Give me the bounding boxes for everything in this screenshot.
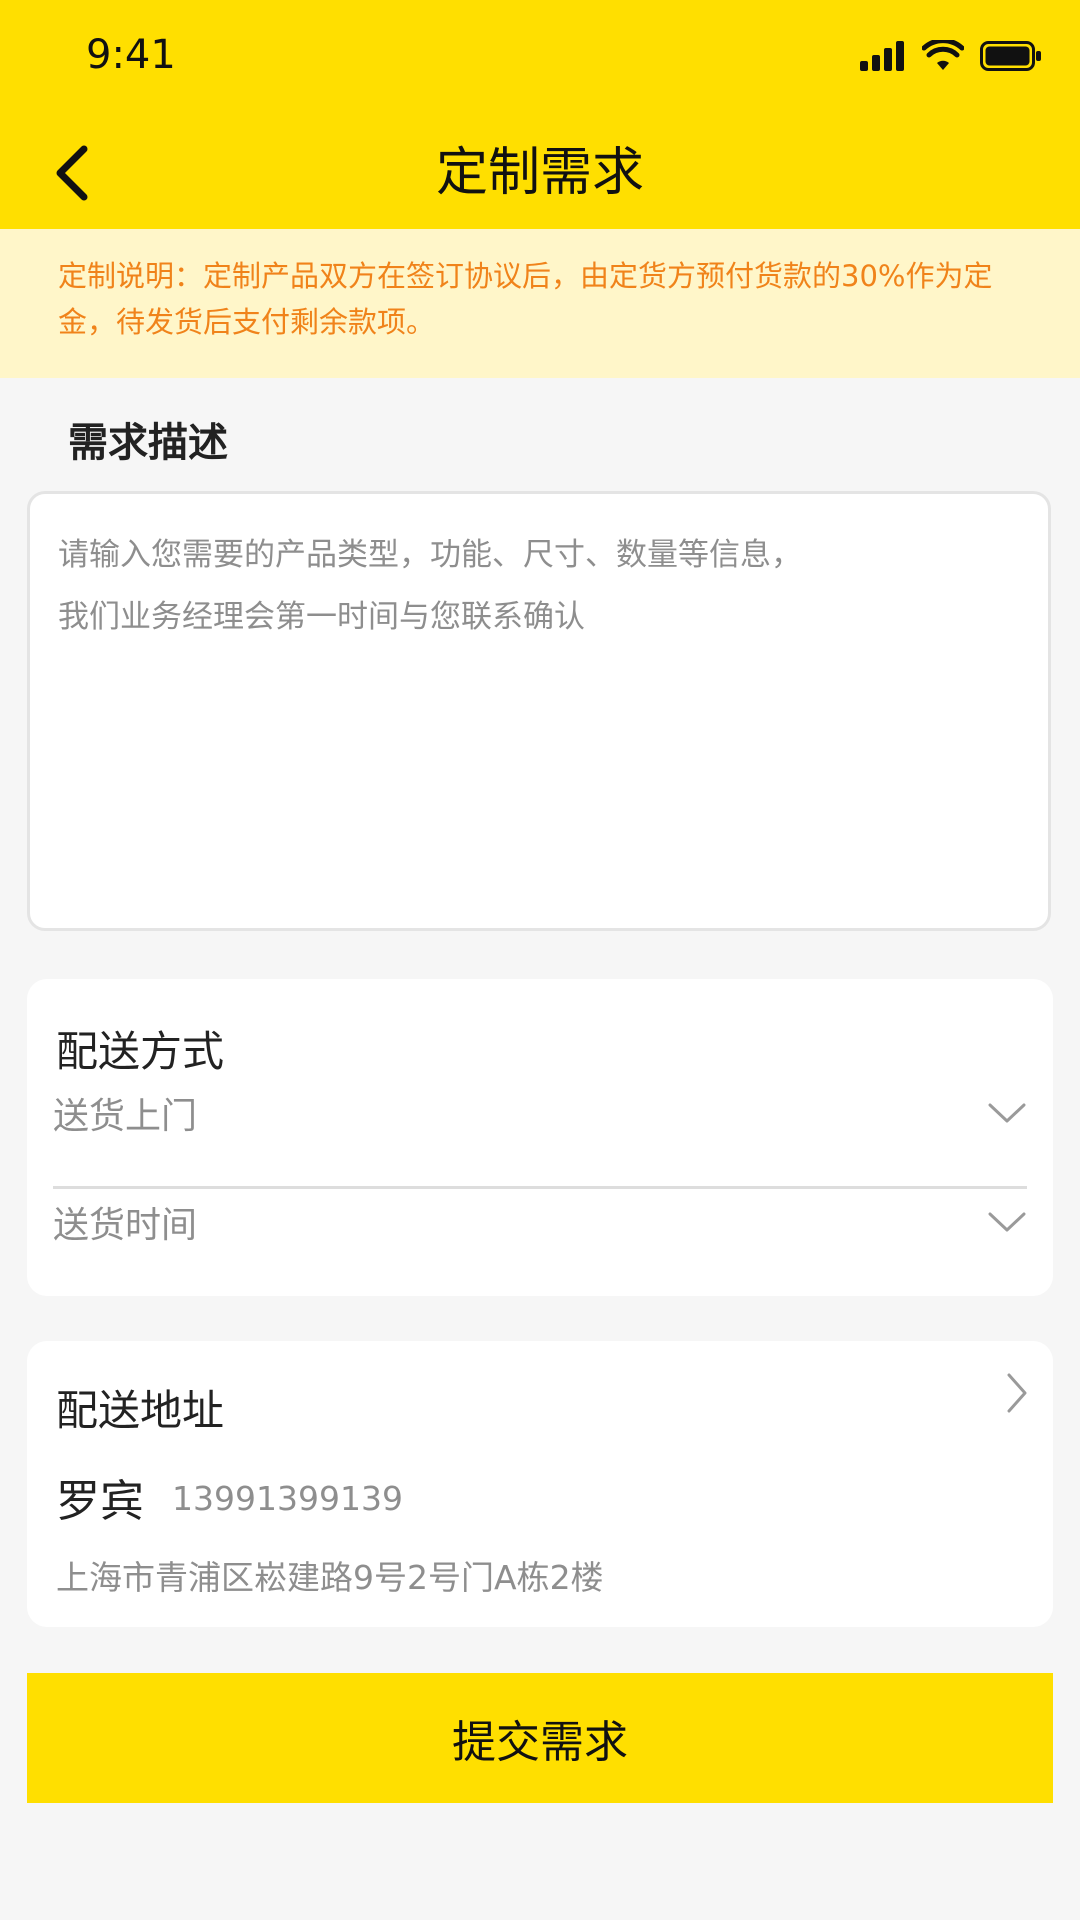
status-icons [860, 40, 1042, 72]
battery-icon [980, 41, 1041, 71]
status-time: 9:41 [86, 32, 176, 78]
chevron-down-icon [988, 1103, 1026, 1123]
wifi-icon [922, 40, 964, 70]
address-detail: 上海市青浦区崧建路9号2号门A栋2楼 [56, 1558, 604, 1597]
delivery-method-select[interactable]: 送货上门 [53, 1073, 1027, 1153]
delivery-time-placeholder: 送货时间 [53, 1205, 198, 1246]
delivery-method-value: 送货上门 [53, 1096, 198, 1137]
cellular-signal-icon [860, 41, 904, 71]
notice-banner: 定制说明：定制产品双方在签订协议后，由定货方预付货款的30%作为定金，待发货后支… [0, 229, 1080, 378]
delivery-time-select[interactable]: 送货时间 [53, 1182, 1027, 1262]
requirement-placeholder-line-1: 请输入您需要的产品类型，功能、尺寸、数量等信息， [58, 537, 802, 573]
submit-button[interactable]: 提交需求 [27, 1673, 1053, 1803]
requirement-section-title: 需求描述 [68, 420, 228, 466]
requirement-placeholder-line-2: 我们业务经理会第一时间与您联系确认 [58, 599, 585, 635]
delivery-address-card[interactable]: 配送地址 罗宾 13991399139 上海市青浦区崧建路9号2号门A栋2楼 [27, 1341, 1053, 1627]
requirement-textarea[interactable]: 请输入您需要的产品类型，功能、尺寸、数量等信息， 我们业务经理会第一时间与您联系… [27, 491, 1051, 931]
page-title: 定制需求 [435, 143, 644, 203]
recipient-name: 罗宾 [56, 1476, 144, 1527]
recipient-phone: 13991399139 [172, 1479, 403, 1518]
chevron-right-icon [1007, 1373, 1027, 1413]
top-header: 9:41 定制需求 [0, 0, 1080, 229]
delivery-method-card: 配送方式 送货上门 送货时间 [27, 979, 1053, 1296]
notice-text: 定制说明：定制产品双方在签订协议后，由定货方预付货款的30%作为定金，待发货后支… [58, 259, 993, 339]
delivery-address-title: 配送地址 [56, 1386, 225, 1435]
chevron-down-icon [988, 1212, 1026, 1232]
delivery-method-title: 配送方式 [56, 1027, 225, 1076]
